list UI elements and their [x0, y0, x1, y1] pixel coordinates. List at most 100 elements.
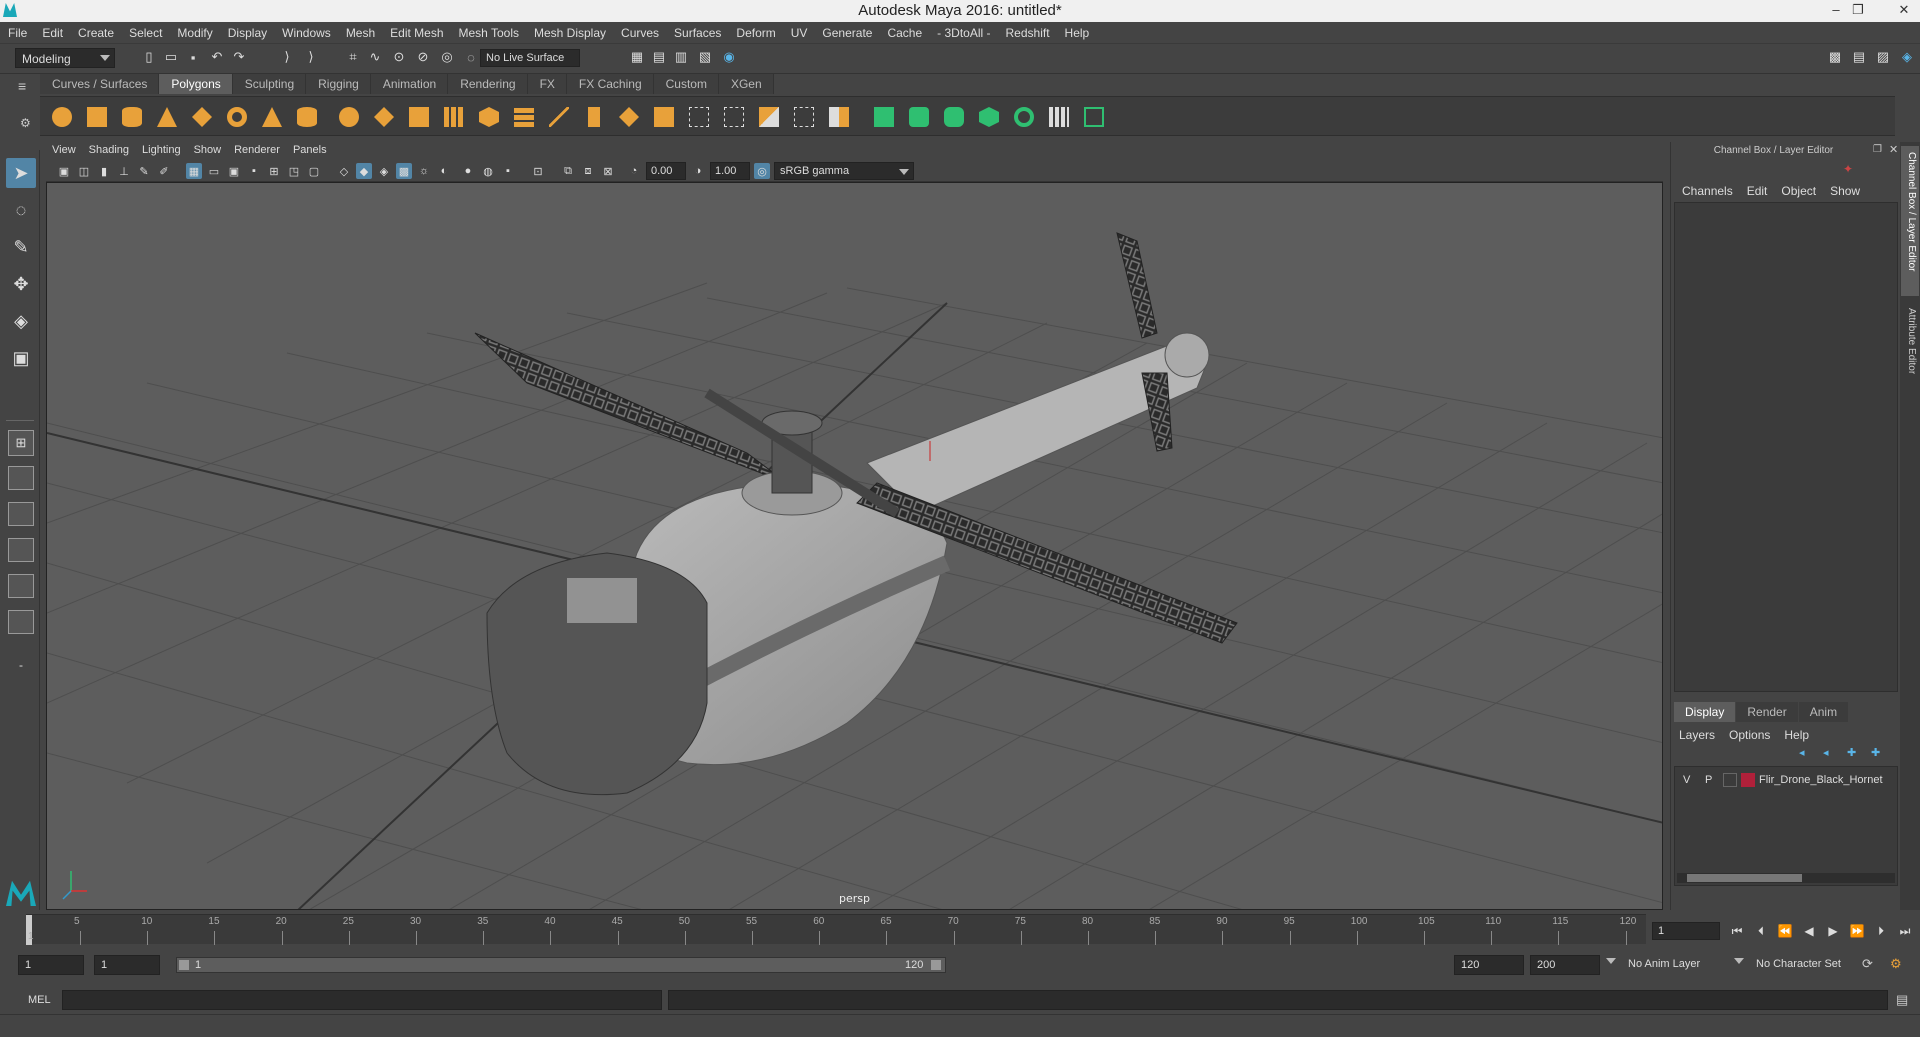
2d-pan-zoom-icon[interactable]: ✐ — [156, 163, 172, 179]
menu-file[interactable]: File — [0, 22, 34, 40]
bridge-icon[interactable] — [545, 103, 573, 131]
tab-anim[interactable]: Anim — [1798, 702, 1849, 722]
layer-scrollbar-thumb[interactable] — [1687, 874, 1802, 882]
menu-modify[interactable]: Modify — [169, 22, 219, 40]
grid-toggle-icon[interactable]: ▦ — [186, 163, 202, 179]
menu-windows[interactable]: Windows — [274, 22, 338, 40]
isolate-select-icon[interactable]: ⊡ — [530, 163, 546, 179]
time-slider[interactable]: 1 5 10 15 20 25 30 35 40 45 50 55 60 65 70 75 80 85 90 95 1… — [26, 914, 1646, 945]
custom-layout-icon[interactable] — [8, 610, 34, 634]
bevel-icon[interactable] — [510, 103, 538, 131]
safe-title-icon[interactable]: ▢ — [306, 163, 322, 179]
vp-menu-renderer[interactable]: Renderer — [228, 142, 287, 156]
mode-selector[interactable]: Modeling — [15, 48, 115, 68]
modeling-toolkit-icon[interactable]: ▩ — [1826, 48, 1844, 66]
uv-unfold-icon[interactable] — [1010, 103, 1038, 131]
uv-automatic-icon[interactable] — [975, 103, 1003, 131]
xray-active-icon[interactable]: ⧈ — [580, 163, 596, 179]
smooth-icon[interactable] — [405, 103, 433, 131]
play-forwards-icon[interactable]: ▶ — [1824, 924, 1842, 940]
target-weld-icon[interactable] — [650, 103, 678, 131]
range-start-handle[interactable] — [179, 960, 189, 970]
xray-icon[interactable]: ⧉ — [560, 163, 576, 179]
layer-scrollbar[interactable] — [1677, 873, 1895, 883]
character-set-field[interactable]: No Character Set — [1750, 955, 1874, 975]
new-layer-icon[interactable]: ✚ — [1847, 746, 1856, 759]
select-tool-icon[interactable]: ➤ — [6, 158, 36, 188]
tab-xgen[interactable]: XGen — [718, 74, 774, 94]
layer-name[interactable]: Flir_Drone_Black_Hornet — [1759, 774, 1883, 786]
new-scene-icon[interactable]: ▯ — [140, 48, 158, 66]
le-menu-options[interactable]: Options — [1729, 728, 1784, 742]
poly-torus-icon[interactable] — [223, 103, 251, 131]
render-settings-icon[interactable]: ▧ — [696, 48, 714, 66]
poly-pyramid-icon[interactable] — [258, 103, 286, 131]
play-backwards-icon[interactable]: ◀ — [1800, 924, 1818, 940]
menu-edit-mesh[interactable]: Edit Mesh — [382, 22, 450, 40]
merge-icon[interactable] — [685, 103, 713, 131]
insert-edge-loop-icon[interactable] — [580, 103, 608, 131]
color-space-dropdown[interactable]: sRGB gamma — [774, 162, 914, 180]
layer-type-box[interactable] — [1723, 773, 1737, 787]
separate-icon[interactable] — [370, 103, 398, 131]
motion-blur-icon[interactable]: ◍ — [480, 163, 496, 179]
go-to-start-icon[interactable]: ⏮ — [1728, 924, 1746, 940]
command-input[interactable] — [62, 990, 662, 1010]
collapse-icon[interactable] — [720, 103, 748, 131]
step-forward-icon[interactable]: ⏵ — [1872, 924, 1890, 940]
menu-help[interactable]: Help — [1057, 22, 1097, 40]
vp-menu-view[interactable]: View — [46, 142, 83, 156]
paint-select-tool-icon[interactable]: ✎ — [6, 232, 36, 262]
undo-icon[interactable]: ↶ — [208, 48, 226, 66]
menu-deform[interactable]: Deform — [728, 22, 782, 40]
poly-cone-icon[interactable] — [153, 103, 181, 131]
tab-polygons[interactable]: Polygons — [159, 74, 233, 94]
shadows-icon[interactable]: ◐ — [436, 163, 452, 179]
snap-curve-icon[interactable]: ∿ — [366, 48, 384, 66]
current-frame-field[interactable]: 1 — [1652, 922, 1720, 940]
poly-plane-icon[interactable] — [188, 103, 216, 131]
gate-mask-icon[interactable]: ▪ — [246, 163, 262, 179]
single-perspective-layout-icon[interactable]: ⊞ — [8, 430, 34, 456]
menu-generate[interactable]: Generate — [814, 22, 879, 40]
snap-view-icon[interactable]: ⊘ — [414, 48, 432, 66]
step-forward-key-icon[interactable]: ⏩ — [1848, 924, 1866, 940]
anim-start-field[interactable]: 1 — [94, 955, 160, 975]
anti-aliasing-icon[interactable]: ▪ — [500, 163, 516, 179]
tab-fx[interactable]: FX — [527, 74, 567, 94]
menu-uv[interactable]: UV — [783, 22, 815, 40]
image-plane-icon[interactable]: ⊥ — [116, 163, 132, 179]
script-language-label[interactable]: MEL — [28, 994, 51, 1006]
menu-select[interactable]: Select — [121, 22, 169, 40]
screen-space-ao-icon[interactable]: ● — [460, 163, 476, 179]
snap-point-icon[interactable]: ⊙ — [390, 48, 408, 66]
manipulator-icon[interactable]: ✦ — [1843, 162, 1853, 176]
menu-cache[interactable]: Cache — [879, 22, 929, 40]
menu-mesh-display[interactable]: Mesh Display — [526, 22, 613, 40]
camera-select-icon[interactable]: ▣ — [56, 163, 72, 179]
snap-surface-icon[interactable]: ◎ — [438, 48, 456, 66]
perspective-viewport[interactable]: persp — [46, 182, 1663, 910]
range-bar[interactable]: 1 120 — [176, 957, 946, 973]
le-menu-help[interactable]: Help — [1784, 728, 1823, 742]
scale-tool-icon[interactable]: ▣ — [6, 343, 36, 373]
render-view-icon[interactable]: ▦ — [628, 48, 646, 66]
attribute-editor-toggle-icon[interactable]: ▤ — [1850, 48, 1868, 66]
color-management-icon[interactable]: ◎ — [754, 163, 770, 179]
vp-menu-panels[interactable]: Panels — [287, 142, 334, 156]
lasso-tool-icon[interactable]: ◌ — [6, 195, 36, 225]
exposure-field[interactable]: 0.00 — [646, 162, 686, 180]
select-object-icon[interactable]: ⟩ — [302, 48, 320, 66]
resolution-gate-icon[interactable]: ▣ — [226, 163, 242, 179]
go-to-end-icon[interactable]: ⏭ — [1896, 924, 1914, 940]
poly-pipe-icon[interactable] — [293, 103, 321, 131]
menu-redshift[interactable]: Redshift — [998, 22, 1057, 40]
cb-menu-show[interactable]: Show — [1823, 184, 1867, 198]
preferences-icon[interactable]: ⚙ — [1890, 956, 1902, 972]
layer-playback-toggle[interactable]: P — [1705, 774, 1712, 786]
persp-outliner-layout-icon[interactable] — [8, 502, 34, 526]
anim-end-field[interactable]: 200 — [1530, 955, 1600, 975]
script-editor-icon[interactable]: ▤ — [1896, 992, 1908, 1008]
float-panel-icon[interactable]: ❐ — [1873, 144, 1882, 155]
gamma-field[interactable]: 1.00 — [710, 162, 750, 180]
